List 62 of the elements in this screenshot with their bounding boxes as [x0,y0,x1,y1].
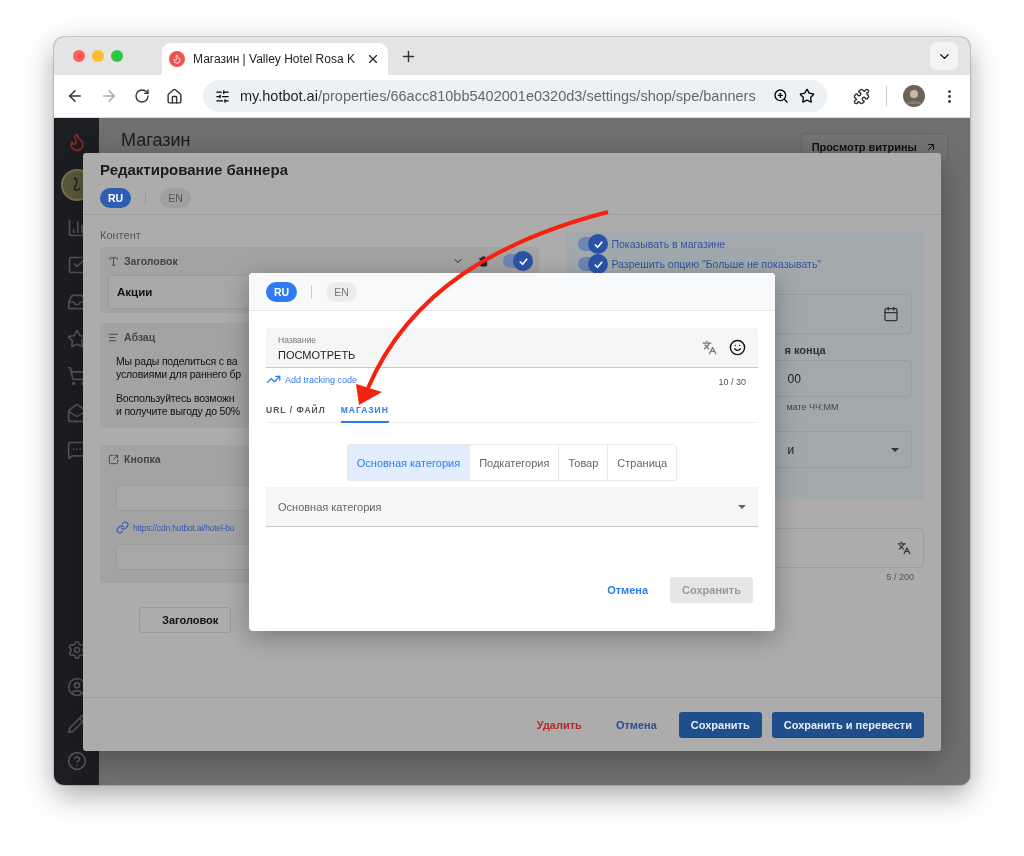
block-title: Абзац [124,331,156,343]
category-select[interactable]: Основная категория [266,487,758,527]
save-button[interactable]: Сохранить и перевести [771,711,924,738]
field-label: я конца [784,344,826,356]
save-button[interactable]: Сохранить [678,711,762,738]
back-button[interactable] [66,87,84,105]
extensions-button[interactable] [853,87,870,105]
name-field[interactable]: Название ПОСМОТРЕТЬ [266,328,758,368]
add-heading-button[interactable]: Заголовок [139,607,231,633]
emoji-icon[interactable] [729,339,746,356]
link-type-tab[interactable]: URL / ФАЙЛ [266,401,326,423]
reload-button[interactable] [134,88,150,104]
tracking-code-link[interactable]: Add tracking code [285,374,358,385]
toggle-switch[interactable] [578,257,607,271]
translate-icon[interactable] [897,541,911,555]
bookmark-star-icon[interactable] [799,88,815,104]
paragraph-text: и получите выгоду до 50% [116,405,240,418]
home-button[interactable] [166,87,183,105]
segment-button[interactable]: Основная категория [347,445,470,480]
toggle-switch[interactable] [578,237,607,251]
zoom-icon[interactable] [773,88,789,104]
character-counter: 5 / 200 [886,572,915,582]
close-icon[interactable] [366,52,380,66]
language-tab[interactable]: RU [266,281,297,302]
character-counter: 10 / 30 [718,377,747,387]
language-tab[interactable]: RU [100,188,131,208]
paragraph-text: условиями для раннего бр [116,368,241,381]
link-icon [116,521,129,534]
profile-avatar[interactable] [903,85,925,107]
block-title: Заголовок [124,255,178,267]
site-settings-icon[interactable] [215,88,230,104]
cancel-button[interactable]: Отмена [603,711,669,738]
toggle-switch[interactable] [503,254,532,268]
toggle-label: Разрешить опцию "Больше не показывать" [611,258,822,270]
flame-icon [169,51,185,67]
text-icon [108,255,119,267]
language-tab[interactable]: EN [326,281,357,302]
check-icon [592,238,604,250]
segment-button[interactable]: Страница [607,445,677,480]
field-hint: мате ЧЧ:ММ [786,402,840,412]
page-title: Магазин [121,130,191,151]
paragraph-text: Воспользуйтесь возможн [116,392,235,405]
toggle-label: Показывать в магазине [611,238,726,250]
check-icon [592,258,604,270]
paragraph-icon [108,331,119,343]
check-icon [517,255,529,267]
block-title: Кнопка [124,453,161,465]
field-label: Название [278,334,317,345]
calendar-icon[interactable] [883,306,899,322]
field-value: ПОСМОТРЕТЬ [278,348,357,361]
address-bar[interactable]: my.hotbot.ai/properties/66acc810bb5402001e0320d3/settings/shop/spe/banners [203,80,827,112]
cancel-button[interactable]: Отмена [595,577,661,603]
delete-icon[interactable] [478,255,490,267]
paragraph-text: Мы рады поделиться с ва [116,355,238,368]
browser-tab[interactable]: Магазин | Valley Hotel Rosa K [162,43,388,75]
external-link-icon [108,453,119,465]
dialog-title: Редактирование баннера [100,161,289,178]
arrow-icon [925,141,937,153]
translate-icon[interactable] [702,340,717,355]
section-label: Контент [100,229,142,241]
button-label: Просмотр витрины [811,141,917,153]
language-tab[interactable]: EN [160,188,191,208]
